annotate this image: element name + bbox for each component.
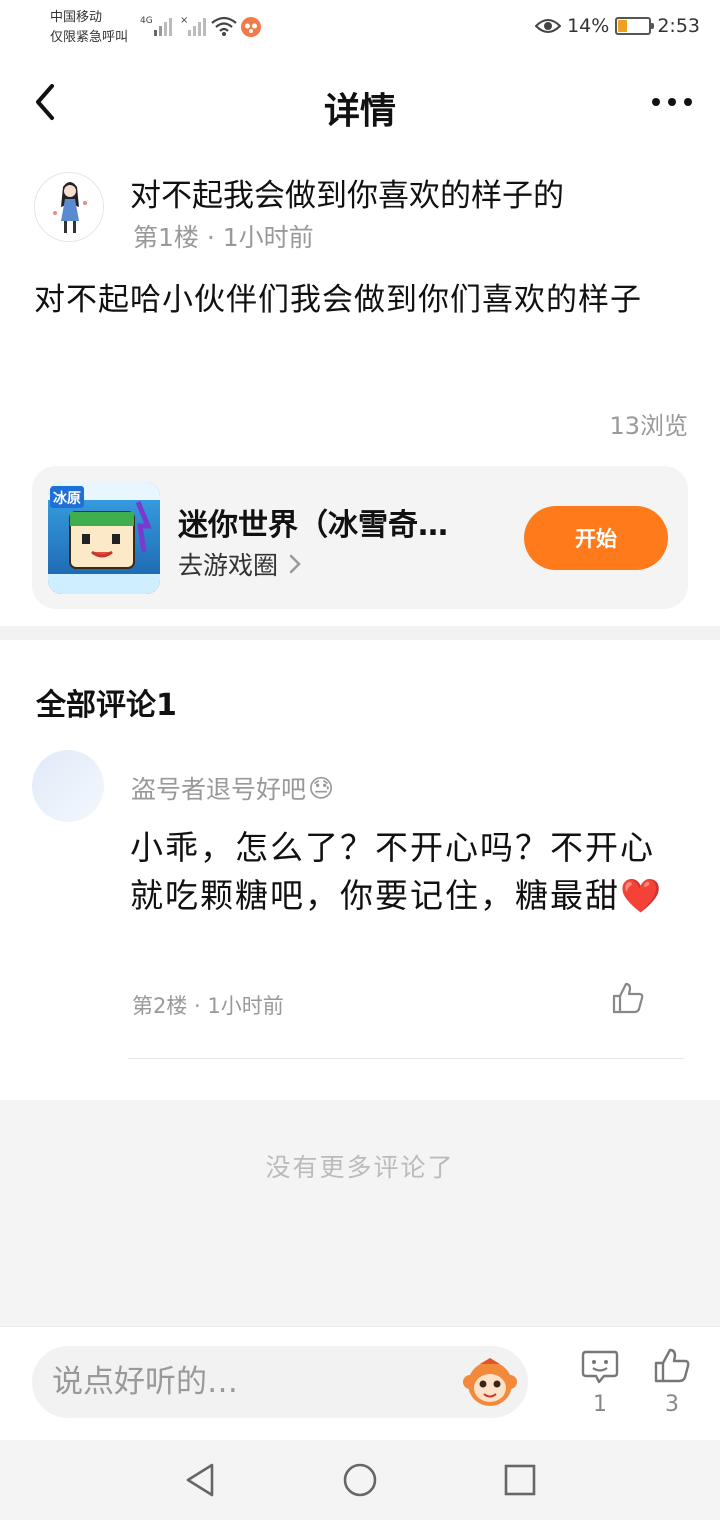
all-comments-heading: 全部评论1 [36,688,177,723]
battery-percent: 14% [567,15,610,37]
game-circle-link[interactable]: 去游戏圈 [178,546,302,582]
nav-recents-icon[interactable] [500,1460,540,1500]
like-thumb-icon[interactable] [652,1346,692,1386]
game-title: 迷你世界（冰雪奇… [178,508,448,543]
monkey-mascot-icon[interactable] [462,1354,518,1410]
status-right: 14% 2:53 [535,15,700,37]
commenter-avatar[interactable] [32,750,104,822]
comments-end-area [0,1100,720,1326]
sweat-emoji-icon: 😓 [308,773,335,803]
svg-text:×: × [180,15,188,26]
post-floor-time: 第1楼 · 1小时前 [133,223,314,252]
chevron-right-icon [289,554,301,574]
section-divider [0,626,720,640]
view-count: 13浏览 [609,412,688,440]
carrier-status: 仅限紧急呼叫 [50,30,129,45]
anime-girl-avatar-icon [35,173,103,241]
carrier-name: 中国移动 [50,10,103,25]
no-more-comments-label: 没有更多评论了 [265,1153,455,1182]
comment-separator [128,1058,684,1059]
eye-comfort-icon [535,19,562,33]
svg-text:4G: 4G [140,16,153,26]
signal-no-service-icon: × [180,15,206,36]
author-avatar[interactable] [34,172,104,242]
commenter-name: 盗号者退号好吧 [131,775,307,804]
battery-icon [615,17,655,35]
nav-home-icon[interactable] [340,1460,380,1500]
post-author-name[interactable]: 对不起我会做到你喜欢的样子的 [130,170,564,215]
post-content: 对不起哈小伙伴们我会做到你们喜欢的样子 [34,282,642,318]
game-card[interactable]: 冰原 迷你世界（冰雪奇… 去游戏圈 开始 [32,466,688,609]
comment-input[interactable] [32,1346,528,1418]
game-circle-label: 去游戏圈 [178,551,279,580]
signal-4g-icon: 4G [140,16,172,36]
start-game-button[interactable]: 开始 [524,506,668,570]
carrier-info: 中国移动 仅限紧急呼叫 [50,8,128,48]
comment-content: 小乖，怎么了？不开心吗？不开心就吃颗糖吧，你要记住，糖最甜❤️ [130,828,664,915]
svg-text:冰原: 冰原 [53,490,81,507]
mini-world-game-icon: 冰原 [48,482,160,594]
nav-back-icon[interactable] [180,1460,220,1500]
top-header: 详情 [0,60,720,150]
clock: 2:53 [657,15,700,37]
wifi-icon [211,16,237,36]
more-options-icon[interactable] [650,82,694,122]
status-bar: 中国移动 仅限紧急呼叫 4G × 14% 2:53 [0,0,720,58]
comment-count: 1 [593,1392,607,1417]
page-title: 详情 [323,91,396,132]
game-icon: 冰原 [48,482,160,594]
comment-like-icon[interactable] [610,980,646,1016]
notification-app-icon [241,17,261,37]
commenter-name-row[interactable]: 盗号者退号好吧 😓 [131,770,334,806]
comment-bubble-icon[interactable] [580,1346,620,1386]
comment-floor-time: 第2楼 · 1小时前 [132,994,284,1018]
like-count: 3 [665,1392,679,1417]
